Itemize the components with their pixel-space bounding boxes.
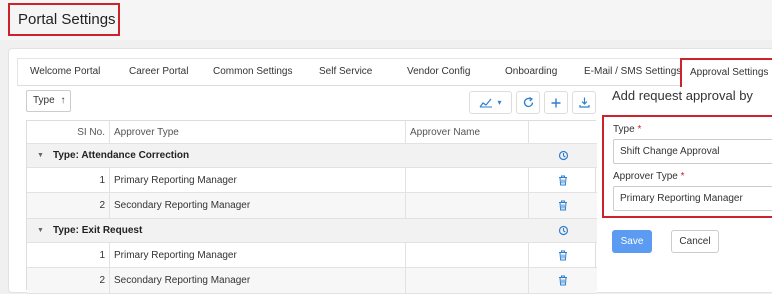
- group-label: Type: Attendance Correction: [53, 150, 190, 161]
- chart-dropdown-button[interactable]: ▾: [469, 91, 512, 114]
- refresh-icon: [523, 97, 534, 108]
- approver-type-field[interactable]: Primary Reporting Manager: [613, 186, 772, 211]
- group-by-chip[interactable]: Type ↑: [26, 90, 71, 112]
- tab-career-portal[interactable]: Career Portal: [129, 59, 188, 86]
- cell-approver-type: Primary Reporting Manager: [110, 243, 406, 267]
- download-button[interactable]: [572, 91, 596, 114]
- approval-grid: SI No. Approver Type Approver Name ▼ Typ…: [26, 120, 597, 294]
- cancel-button[interactable]: Cancel: [671, 230, 719, 253]
- form-title: Add request approval by: [612, 88, 753, 103]
- cell-si-no: 1: [27, 168, 110, 192]
- chevron-down-icon: ▾: [497, 98, 502, 107]
- table-row[interactable]: 2 Secondary Reporting Manager: [27, 268, 597, 294]
- cell-approver-name: [406, 168, 529, 192]
- group-row-attendance-correction[interactable]: ▼ Type: Attendance Correction: [27, 144, 597, 168]
- table-row[interactable]: 2 Secondary Reporting Manager: [27, 193, 597, 219]
- table-row[interactable]: 1 Primary Reporting Manager: [27, 243, 597, 268]
- tab-bar: Welcome Portal Career Portal Common Sett…: [17, 58, 772, 87]
- top-bar: Portal Settings: [0, 0, 772, 40]
- group-by-label: Type: [33, 95, 55, 106]
- download-icon: [578, 97, 590, 108]
- chart-icon: [479, 98, 493, 108]
- tab-welcome-portal[interactable]: Welcome Portal: [30, 59, 100, 86]
- type-field[interactable]: Shift Change Approval: [613, 139, 772, 164]
- save-button[interactable]: Save: [612, 230, 652, 253]
- trash-icon[interactable]: [554, 268, 578, 293]
- tab-approval-settings[interactable]: Approval Settings: [680, 58, 772, 87]
- required-mark: *: [680, 171, 685, 182]
- sort-up-arrow-icon: ↑: [60, 95, 66, 106]
- required-mark: *: [637, 124, 642, 135]
- approver-type-label-text: Approver Type: [613, 171, 678, 182]
- type-label-text: Type: [613, 124, 635, 135]
- cell-approver-type: Secondary Reporting Manager: [110, 193, 406, 218]
- cell-approver-name: [406, 268, 529, 293]
- approval-form: Type * Shift Change Approval Approver Ty…: [602, 115, 772, 218]
- trash-icon[interactable]: [554, 243, 578, 267]
- tab-self-service[interactable]: Self Service: [319, 59, 372, 86]
- cell-approver-name: [406, 243, 529, 267]
- add-button[interactable]: [544, 91, 568, 114]
- cell-si-no: 2: [27, 268, 110, 293]
- tab-common-settings[interactable]: Common Settings: [213, 59, 292, 86]
- cell-si-no: 2: [27, 193, 110, 218]
- column-header-approver-type[interactable]: Approver Type: [110, 121, 406, 143]
- page-title: Portal Settings: [8, 3, 120, 36]
- plus-icon: [551, 98, 561, 108]
- type-label: Type *: [613, 124, 641, 135]
- history-icon[interactable]: [554, 219, 578, 242]
- trash-icon[interactable]: [554, 193, 578, 218]
- column-header-actions: [529, 121, 597, 143]
- group-row-exit-request[interactable]: ▼ Type: Exit Request: [27, 219, 597, 243]
- trash-icon[interactable]: [554, 168, 578, 192]
- tab-email-sms-settings[interactable]: E-Mail / SMS Settings: [584, 59, 681, 86]
- refresh-button[interactable]: [516, 91, 540, 114]
- cell-approver-type: Primary Reporting Manager: [110, 168, 406, 192]
- tab-onboarding[interactable]: Onboarding: [505, 59, 557, 86]
- column-header-si-no[interactable]: SI No.: [27, 121, 110, 143]
- column-header-approver-name[interactable]: Approver Name: [406, 121, 529, 143]
- approver-type-label: Approver Type *: [613, 171, 685, 182]
- group-label: Type: Exit Request: [53, 225, 143, 236]
- grid-header-row: SI No. Approver Type Approver Name: [27, 121, 597, 144]
- cell-si-no: 1: [27, 243, 110, 267]
- history-icon[interactable]: [554, 144, 578, 167]
- table-row[interactable]: 1 Primary Reporting Manager: [27, 168, 597, 193]
- tab-vendor-config[interactable]: Vendor Config: [407, 59, 470, 86]
- cell-approver-type: Secondary Reporting Manager: [110, 268, 406, 293]
- cell-approver-name: [406, 193, 529, 218]
